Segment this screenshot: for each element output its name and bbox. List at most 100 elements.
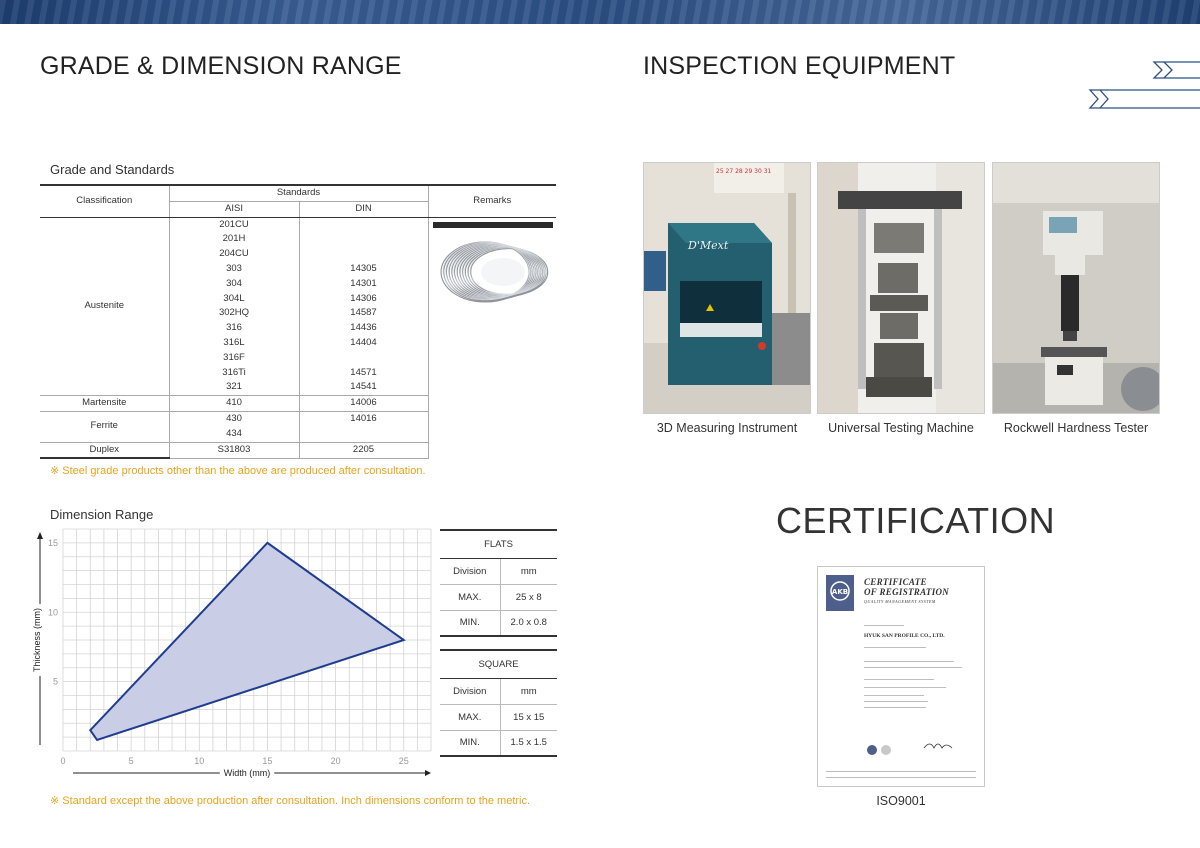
aisi-cell: 430 [169,411,300,427]
cert-line1: CERTIFICATE [864,577,927,587]
top-banner [0,0,1200,24]
aisi-cell: 316 [169,321,300,336]
y-axis-arrowhead [37,532,43,539]
din-cell [299,232,429,248]
flats-division-label: Division [440,558,501,585]
header-aisi: AISI [169,200,300,218]
x-tick-label: 5 [129,756,134,766]
calendar-text: 25 27 28 29 30 31 [716,168,772,175]
x-tick-label: 0 [60,756,65,766]
wire-coil-image [432,221,553,320]
section-title-grade-dimension: GRADE & DIMENSION RANGE [40,52,402,80]
flats-min-label: MIN. [440,610,501,637]
din-cell: 14006 [299,395,429,412]
aisi-cell: 204CU [169,247,300,262]
din-cell: 14541 [299,380,429,397]
x-tick-label: 10 [194,756,204,766]
flats-min-value: 2.0 x 0.8 [500,610,557,637]
aisi-cell: 304L [169,291,300,307]
din-cell: 14587 [299,306,429,322]
x-axis-arrowhead [425,770,431,776]
grade-subtitle: Grade and Standards [50,162,175,177]
dimension-range-area [88,541,406,742]
flats-max-value: 25 x 8 [500,584,557,611]
aisi-cell: 201H [169,232,300,248]
remarks-cell [428,217,556,458]
aisi-cell: 316L [169,335,300,351]
aisi-cell: 316Ti [169,365,300,381]
dmext-logo: D'Mext [687,239,729,252]
aisi-cell: 434 [169,426,300,443]
photo-3d-measuring-instrument: 25 27 28 29 30 31 D'Mext [643,162,811,414]
dimension-note: ※ Standard except the above production a… [50,795,531,807]
aisi-cell: 304 [169,276,300,292]
flats-max-label: MAX. [440,584,501,611]
aisi-cell: 201CU [169,217,300,233]
cert-badge: AKB [832,588,848,596]
din-cell: 14436 [299,321,429,336]
aisi-cell: 316F [169,350,300,366]
cert-company: HYUK SAN PROFILE CO., LTD. [864,633,945,639]
square-division-label: Division [440,678,501,705]
din-cell [299,247,429,262]
cert-line2: OF REGISTRATION [864,587,950,597]
cert-line3: QUALITY MANAGEMENT SYSTEM [864,599,936,604]
iso-certificate-document: AKB CERTIFICATE OF REGISTRATION QUALITY … [817,566,985,787]
y-tick-label: 15 [48,538,58,548]
classification-duplex: Duplex [40,442,170,460]
y-axis-label: Thickness (mm) [32,608,42,672]
din-cell: 14571 [299,365,429,381]
square-division-value: mm [500,678,557,705]
square-title: SQUARE [440,649,557,679]
caption-3d-measuring-instrument: 3D Measuring Instrument [656,421,798,435]
dimension-subtitle: Dimension Range [50,507,154,522]
photo-rockwell-hardness-tester [992,162,1160,414]
din-cell [299,350,429,366]
flats-title: FLATS [440,529,557,559]
header-standards: Standards [169,183,429,202]
grade-row: Austenite 201CU [40,217,556,397]
din-cell: 14306 [299,291,429,307]
classification-ferrite: Ferrite [40,411,170,443]
dimension-range-chart: 0 5 10 15 20 25 5 10 15 Width (mm) Thickness (mm) [32,528,432,779]
header-remarks: Remarks [428,183,556,218]
square-table: SQUARE Division mm MAX. 15 x 15 MIN. 1.5 x … [440,649,557,757]
aisi-cell: 410 [169,395,300,412]
square-max-label: MAX. [440,704,501,731]
flats-table: FLATS Division mm MAX. 25 x 8 MIN. 2.0 x 0.… [440,529,557,637]
aisi-cell: 303 [169,261,300,277]
x-tick-label: 25 [399,756,409,766]
classification-martensite: Martensite [40,395,170,412]
square-max-value: 15 x 15 [500,704,557,731]
grade-table: Classification Standards Remarks AISI DI… [40,183,556,460]
x-axis-label: Width (mm) [224,768,271,778]
caption-universal-testing-machine: Universal Testing Machine [828,421,974,435]
din-cell: 14301 [299,276,429,292]
din-cell [299,217,429,233]
caption-rockwell-hardness-tester: Rockwell Hardness Tester [1003,421,1149,435]
certification-caption: ISO9001 [876,794,926,808]
certification-title: CERTIFICATION [776,500,1056,541]
grade-note: ※ Steel grade products other than the ab… [50,465,426,477]
y-tick-label: 5 [53,677,58,687]
photo-universal-testing-machine [817,162,985,414]
classification-austenite: Austenite [40,217,170,397]
square-min-label: MIN. [440,730,501,757]
din-cell: 2205 [299,442,429,459]
aisi-cell: S31803 [169,442,300,459]
x-tick-label: 20 [331,756,341,766]
din-cell: 14305 [299,261,429,277]
din-cell [299,426,429,443]
din-cell: 14404 [299,335,429,351]
square-min-value: 1.5 x 1.5 [500,730,557,757]
y-tick-label: 10 [48,607,58,617]
header-din: DIN [299,200,429,218]
aisi-cell: 302HQ [169,306,300,322]
grade-table-body: Austenite 201CU 201H 204CU 303 14305 304 14301 3… [40,217,556,460]
section-title-inspection: INSPECTION EQUIPMENT [643,52,956,80]
header-classification: Classification [40,183,170,218]
flats-division-value: mm [500,558,557,585]
cube-line-decoration [1088,61,1200,109]
aisi-cell: 321 [169,380,300,397]
din-cell: 14016 [299,411,429,427]
